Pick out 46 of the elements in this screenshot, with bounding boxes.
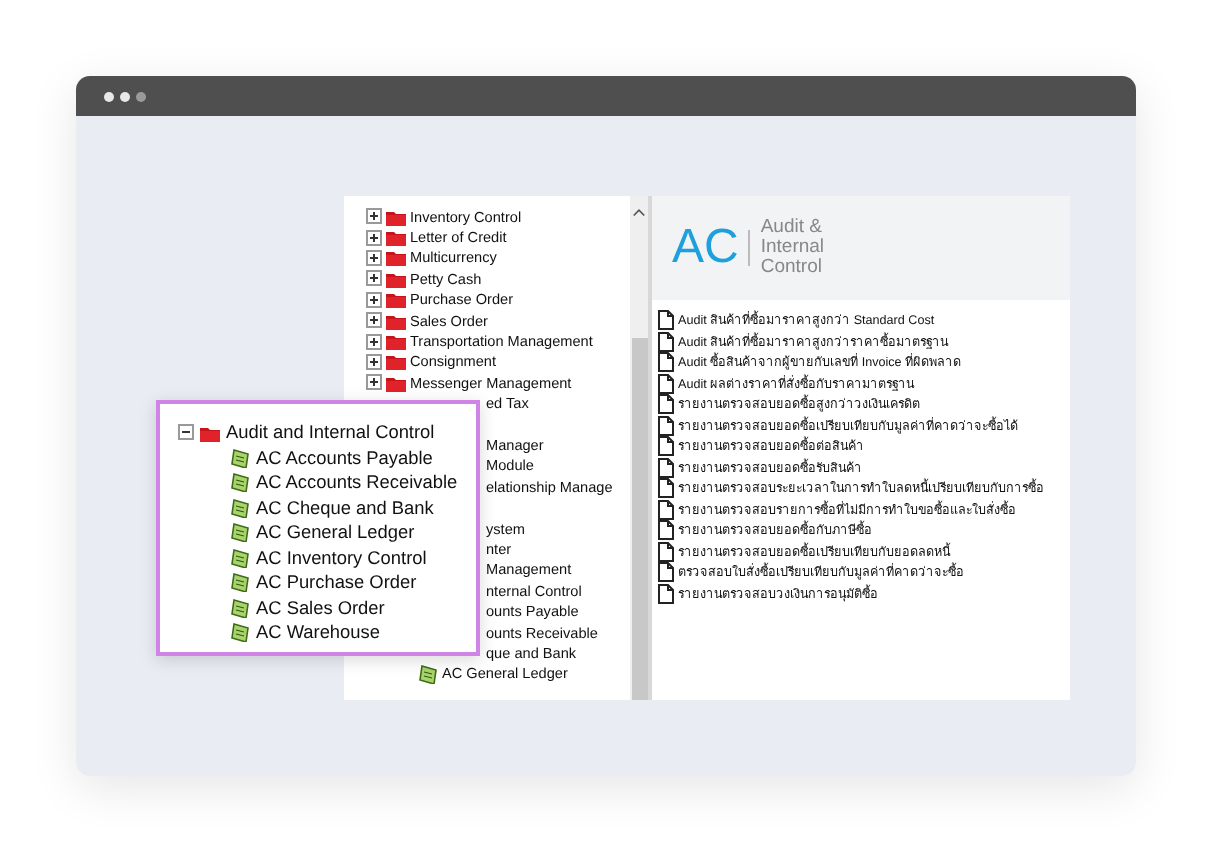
expand-icon <box>366 291 382 308</box>
document-icon <box>230 572 250 593</box>
folder-icon <box>200 423 220 442</box>
folder-icon <box>386 332 406 351</box>
document-icon <box>230 622 250 643</box>
folder-icon <box>386 207 406 226</box>
tree-item[interactable]: AC Cheque and Bank <box>256 497 434 518</box>
document-icon <box>230 472 250 493</box>
expand-icon <box>366 270 382 287</box>
window-dot <box>136 91 146 101</box>
tree-item[interactable]: Audit and Internal Control <box>226 422 435 443</box>
collapse-icon[interactable] <box>178 424 194 441</box>
tree-item[interactable]: AC Purchase Order <box>256 572 417 593</box>
document-icon <box>230 597 250 618</box>
expand-icon <box>366 353 382 370</box>
tree-item[interactable]: AC Accounts Payable <box>256 447 433 468</box>
expand-icon <box>366 229 382 246</box>
document-icon <box>230 447 250 468</box>
folder-icon <box>386 290 406 309</box>
tree-item[interactable]: AC Inventory Control <box>256 547 427 568</box>
folder-icon <box>386 352 406 371</box>
window-dot <box>120 91 130 101</box>
logo-text: AC <box>672 220 739 276</box>
header-title: Audit & Internal Control <box>760 218 827 278</box>
scrollbar[interactable] <box>630 196 648 700</box>
expand-icon <box>366 374 382 391</box>
folder-icon <box>386 248 406 267</box>
tree-item[interactable]: AC Accounts Receivable <box>256 472 458 493</box>
scrollbar-thumb[interactable] <box>631 338 647 700</box>
folder-icon <box>386 228 406 247</box>
document-icon <box>230 497 250 518</box>
expand-icon <box>366 312 382 329</box>
document-icon <box>418 663 438 684</box>
tree-item[interactable]: AC Warehouse <box>256 622 380 643</box>
tree-item[interactable]: AC Sales Order <box>256 597 385 618</box>
expand-icon <box>366 208 382 225</box>
document-icon <box>230 547 250 568</box>
document-icon <box>230 522 250 543</box>
folder-icon <box>386 311 406 330</box>
folder-icon <box>386 373 406 392</box>
window-dot <box>104 91 114 101</box>
folder-icon <box>386 269 406 288</box>
scroll-up-icon[interactable] <box>632 206 646 218</box>
expand-icon <box>366 333 382 350</box>
expand-icon <box>366 249 382 266</box>
tree-item[interactable]: AC General Ledger <box>256 522 415 543</box>
